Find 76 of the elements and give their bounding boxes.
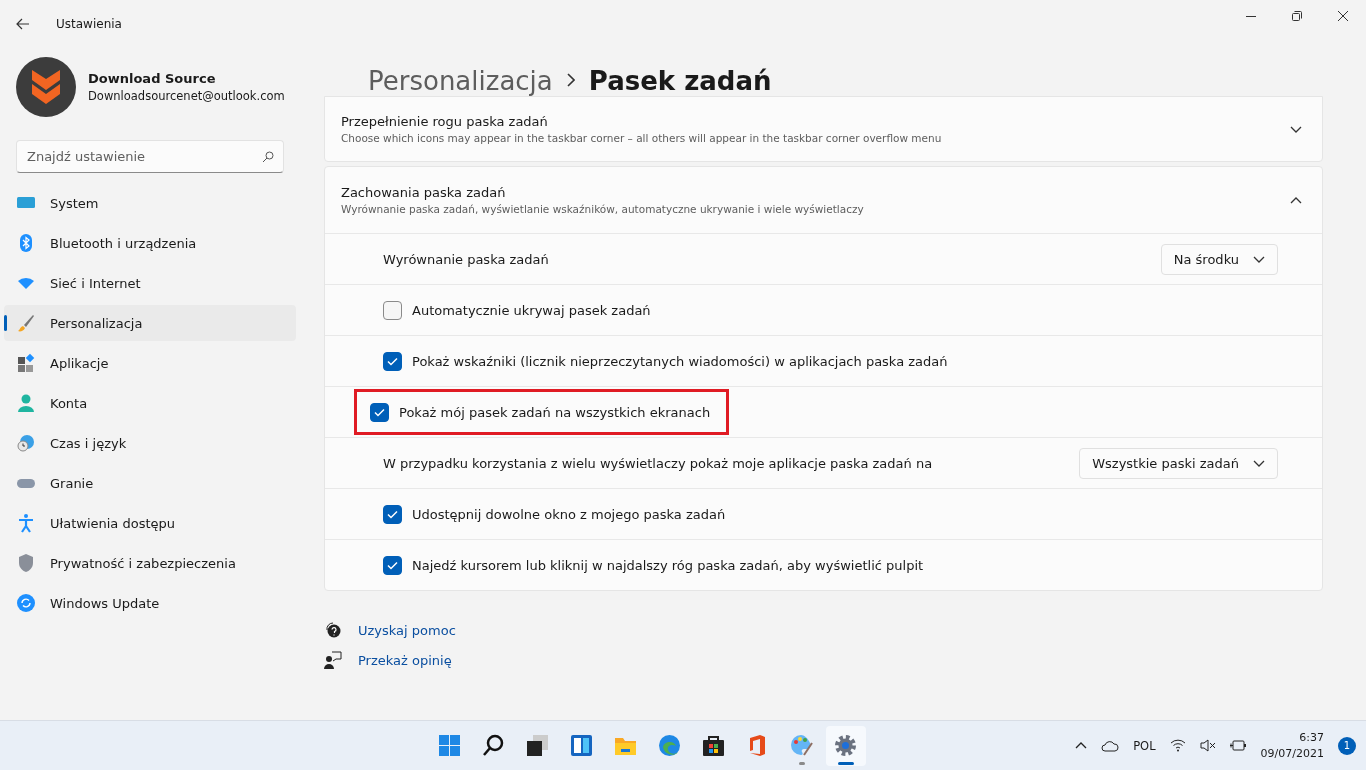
- chevron-up-icon[interactable]: [1075, 742, 1088, 749]
- widgets-icon: [569, 733, 595, 758]
- checkmark-icon: [387, 509, 398, 519]
- search-field[interactable]: Znajdź ustawienie: [16, 140, 284, 173]
- person-icon: [16, 393, 36, 413]
- shield-icon: [16, 553, 36, 573]
- sync-icon: [16, 593, 36, 613]
- task-view-icon: [525, 733, 551, 758]
- language-indicator[interactable]: POL: [1133, 738, 1156, 753]
- sidebar-item[interactable]: Granie: [4, 465, 296, 501]
- setting-label: Udostępnij dowolne okno z mojego paska zadań: [412, 506, 726, 522]
- sidebar-item[interactable]: Bluetooth i urządzenia: [4, 225, 296, 261]
- checkmark-icon: [387, 560, 398, 570]
- section-title: Przepełnienie rogu paska zadań: [341, 114, 549, 129]
- chevron-up-icon: [1290, 196, 1302, 204]
- page-title: Pasek zadań: [588, 66, 772, 96]
- dropdown[interactable]: Na środku: [1160, 243, 1278, 275]
- section-description: Choose which icons may appear in the taskbar corner – all others will appear in the taskbar corner overflow menu: [341, 132, 942, 144]
- sidebar-item[interactable]: Windows Update: [4, 585, 296, 621]
- help-link[interactable]: Uzyskaj pomoc: [358, 622, 456, 638]
- close-icon: [1338, 11, 1348, 21]
- sidebar-item[interactable]: Ułatwienia dostępu: [4, 505, 296, 541]
- paintbrush-icon: [16, 313, 36, 333]
- sidebar-item[interactable]: Personalizacja: [4, 305, 296, 341]
- section-title: Zachowania paska zadań: [341, 185, 507, 200]
- clock[interactable]: 6:37 09/07/2021: [1260, 729, 1324, 762]
- chevron-down-icon: [1253, 459, 1265, 467]
- help-link[interactable]: Przekaż opinię: [358, 652, 452, 668]
- checkmark-icon: [387, 356, 398, 366]
- palette-icon: [789, 733, 815, 758]
- sidebar-item[interactable]: Konta: [4, 385, 296, 421]
- store-bag-icon: [701, 733, 727, 758]
- cloud-icon[interactable]: [1101, 739, 1120, 752]
- back-arrow-icon[interactable]: [16, 18, 30, 30]
- checkbox[interactable]: [383, 504, 402, 524]
- profile-email: Downloadsourcenet@outlook.com: [88, 89, 285, 103]
- profile-name: Download Source: [88, 71, 217, 86]
- wifi-icon[interactable]: [1169, 739, 1186, 752]
- setting-label: Najedź kursorem lub kliknij w najdalszy róg paska zadań, aby wyświetlić pulpit: [412, 557, 924, 573]
- sidebar-item[interactable]: Aplikacje: [4, 345, 296, 381]
- setting-label: Wyrównanie paska zadań: [383, 251, 549, 267]
- minimize-icon: [1246, 15, 1256, 17]
- setting-label: Automatycznie ukrywaj pasek zadań: [412, 302, 651, 318]
- checkmark-icon: [374, 407, 385, 417]
- sidebar-item[interactable]: Czas i język: [4, 425, 296, 461]
- notification-badge[interactable]: 1: [1338, 736, 1356, 755]
- browser-icon: [657, 733, 683, 758]
- accessibility-icon: [16, 513, 36, 533]
- search-icon: [262, 151, 274, 163]
- speaker-muted-icon[interactable]: [1199, 739, 1216, 752]
- checkbox[interactable]: [383, 300, 402, 320]
- checkbox[interactable]: [370, 402, 389, 422]
- start-icon: [437, 733, 463, 758]
- checkbox[interactable]: [383, 351, 402, 371]
- feedback-person-icon: [324, 651, 342, 669]
- avatar-logo-icon: [16, 57, 76, 117]
- sidebar-item[interactable]: Sieć i Internet: [4, 265, 296, 301]
- window-title: Ustawienia: [56, 17, 122, 31]
- help-chat-icon: [324, 621, 342, 639]
- setting-label: W przypadku korzystania z wielu wyświetlaczy pokaż moje aplikacje paska zadań na: [383, 455, 933, 471]
- chevron-down-icon: [1290, 125, 1302, 133]
- restore-icon: [1292, 11, 1302, 21]
- dropdown[interactable]: Wszystkie paski zadań: [1079, 447, 1278, 479]
- apps-icon: [16, 353, 36, 373]
- checkbox[interactable]: [383, 555, 402, 575]
- breadcrumb-parent[interactable]: Personalizacja: [368, 66, 553, 96]
- sidebar-item[interactable]: Prywatność i zabezpieczenia: [4, 545, 296, 581]
- section-description: Wyrównanie paska zadań, wyświetlanie wskaźników, automatyczne ukrywanie i wiele wyświetlaczy: [341, 203, 864, 215]
- globe-clock-icon: [16, 433, 36, 453]
- setting-label: Pokaż wskaźniki (licznik nieprzeczytanych wiadomości) w aplikacjach paska zadań: [412, 353, 948, 369]
- chevron-right-icon: [566, 73, 575, 87]
- sidebar-item[interactable]: System: [4, 185, 296, 221]
- chevron-down-icon: [1253, 255, 1265, 263]
- battery-plug-icon[interactable]: [1229, 739, 1247, 752]
- gear-icon: [833, 733, 859, 758]
- setting-label: Pokaż mój pasek zadań na wszystkich ekranach: [399, 404, 711, 420]
